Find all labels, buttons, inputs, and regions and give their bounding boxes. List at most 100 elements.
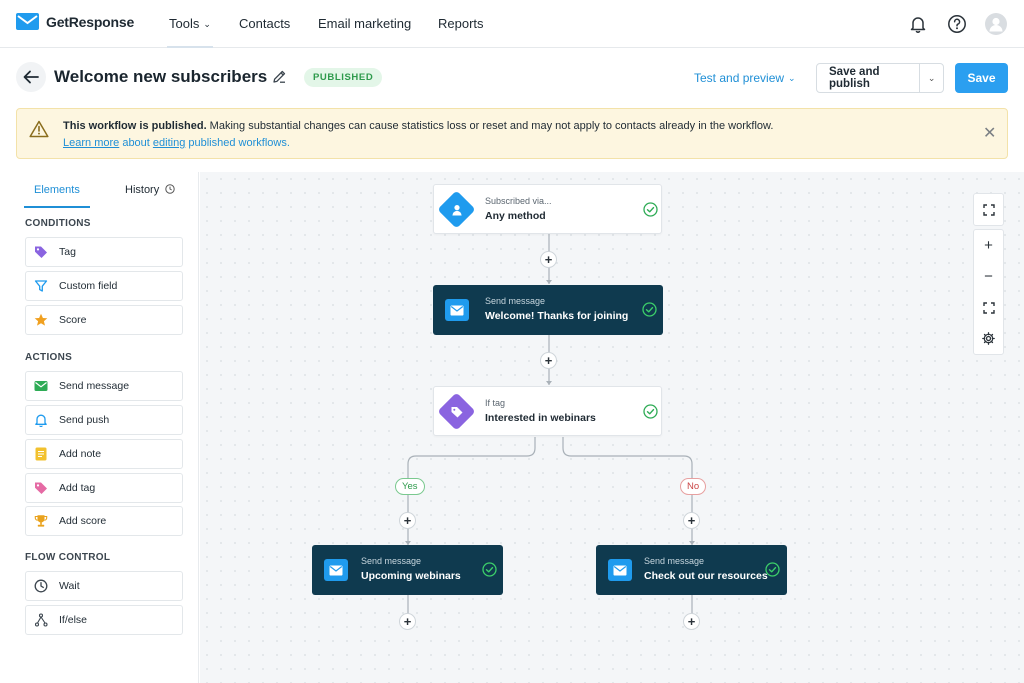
element-send-push-label: Send push	[59, 414, 110, 426]
fullscreen-control	[973, 193, 1004, 226]
element-custom-field[interactable]: Custom field	[25, 271, 183, 301]
trigger-node-text: Subscribed via... Any method	[485, 196, 552, 222]
help-icon[interactable]	[946, 13, 968, 35]
tag-icon	[34, 245, 48, 259]
star-icon	[34, 313, 48, 327]
node-subtitle: If tag	[485, 398, 506, 408]
branch-icon	[34, 613, 48, 627]
condition-node-shape	[437, 392, 476, 431]
save-and-publish-label: Save and publish	[829, 66, 880, 90]
brand-name: GetResponse	[46, 13, 135, 30]
chevron-down-icon: ⌄	[203, 19, 211, 29]
add-step-button[interactable]: +	[540, 251, 557, 268]
zoom-controls: + −	[973, 229, 1004, 355]
editing-link[interactable]: editing	[153, 137, 185, 149]
section-actions: ACTIONS	[25, 352, 73, 363]
workflow-node-send-message-yes[interactable]: Send message Upcoming webinars	[312, 545, 503, 595]
element-add-note-label: Add note	[59, 448, 102, 460]
clock-icon	[34, 579, 48, 593]
node-title: Welcome! Thanks for joining	[485, 310, 629, 322]
send-message-node-text: Send message Welcome! Thanks for joining	[485, 296, 628, 322]
test-and-preview-dropdown[interactable]: Test and preview ⌄	[694, 71, 796, 85]
element-score[interactable]: Score	[25, 305, 183, 335]
check-circle-icon	[482, 562, 497, 577]
element-wait-label: Wait	[59, 580, 80, 592]
add-step-button[interactable]: +	[683, 613, 700, 630]
workflow-canvas[interactable]: Subscribed via... Any method + Send mess…	[200, 172, 1024, 683]
save-and-publish-button[interactable]: Save and publish ⌄	[816, 63, 944, 93]
zoom-in-button[interactable]: +	[974, 230, 1003, 261]
element-custom-field-label: Custom field	[59, 280, 118, 292]
add-step-button[interactable]: +	[399, 512, 416, 529]
branch-no-label: No	[680, 478, 707, 495]
tab-elements[interactable]: Elements	[34, 184, 80, 196]
element-add-tag[interactable]: Add tag	[25, 473, 183, 503]
mail-icon	[34, 379, 48, 393]
zoom-out-button[interactable]: −	[974, 261, 1003, 292]
section-flow-control: FLOW CONTROL	[25, 552, 111, 563]
mail-icon	[445, 299, 469, 321]
element-if-else-label: If/else	[59, 614, 88, 626]
workflow-node-send-message[interactable]: Send message Welcome! Thanks for joining	[433, 285, 663, 335]
active-tab-indicator	[24, 206, 90, 208]
arrow-left-icon	[23, 70, 39, 84]
banner-link-text-2: published workflows.	[185, 137, 290, 149]
element-if-else[interactable]: If/else	[25, 605, 183, 635]
filter-icon	[34, 279, 48, 293]
node-subtitle: Subscribed via...	[485, 196, 552, 206]
bell-icon	[34, 413, 48, 427]
check-circle-icon	[643, 404, 658, 419]
element-tag-label: Tag	[59, 246, 76, 258]
element-score-label: Score	[59, 314, 87, 326]
banner-bold-text: This workflow is published.	[63, 120, 207, 132]
add-step-button[interactable]: +	[399, 613, 416, 630]
workflow-node-send-message-no[interactable]: Send message Check out our resources	[596, 545, 787, 595]
workflow-node-if-tag[interactable]: If tag Interested in webinars	[433, 386, 662, 436]
add-step-button[interactable]: +	[683, 512, 700, 529]
element-send-message[interactable]: Send message	[25, 371, 183, 401]
banner-message: This workflow is published. Making subst…	[63, 120, 773, 132]
element-add-note[interactable]: Add note	[25, 439, 183, 469]
check-circle-icon	[643, 202, 658, 217]
status-badge: PUBLISHED	[304, 68, 383, 87]
logo[interactable]: GetResponse	[16, 13, 134, 30]
element-add-score-label: Add score	[59, 515, 107, 527]
bell-icon[interactable]	[907, 13, 929, 35]
element-tag[interactable]: Tag	[25, 237, 183, 267]
nav-contacts[interactable]: Contacts	[239, 16, 290, 31]
nav-tools-label: Tools	[169, 16, 200, 31]
no-node-text: Send message Check out our resources	[644, 556, 768, 582]
save-button[interactable]: Save	[955, 63, 1008, 93]
learn-more-link[interactable]: Learn more	[63, 137, 119, 149]
elements-panel: Elements History CONDITIONS Tag Custom f…	[10, 172, 199, 683]
node-title: Upcoming webinars	[361, 570, 461, 582]
page-title: Welcome new subscribers	[54, 67, 268, 86]
fullscreen-icon[interactable]	[974, 194, 1003, 225]
tab-history-label: History	[125, 184, 160, 196]
element-send-push[interactable]: Send push	[25, 405, 183, 435]
element-send-message-label: Send message	[59, 380, 130, 392]
add-step-button[interactable]: +	[540, 352, 557, 369]
trophy-icon	[34, 514, 48, 528]
banner-link-text-1: about	[119, 137, 153, 149]
element-add-score[interactable]: Add score	[25, 506, 183, 536]
tag-icon	[443, 398, 470, 425]
mail-icon	[324, 559, 348, 581]
check-circle-icon	[642, 302, 657, 317]
pencil-icon[interactable]	[272, 69, 287, 84]
chevron-down-icon[interactable]: ⌄	[919, 64, 943, 92]
back-button[interactable]	[16, 62, 46, 92]
nav-tools[interactable]: Tools ⌄	[167, 16, 213, 48]
node-title: Check out our resources	[644, 570, 768, 582]
nav-reports[interactable]: Reports	[438, 16, 484, 31]
close-icon[interactable]: ✕	[983, 123, 996, 143]
tab-history[interactable]: History	[125, 184, 175, 196]
top-navigation: GetResponse Tools ⌄ Contacts Email market…	[0, 0, 1024, 48]
nav-email-marketing[interactable]: Email marketing	[318, 16, 411, 31]
avatar-icon[interactable]	[985, 13, 1007, 35]
gear-icon[interactable]	[974, 323, 1003, 354]
element-wait[interactable]: Wait	[25, 571, 183, 601]
workflow-node-trigger[interactable]: Subscribed via... Any method	[433, 184, 662, 234]
fit-to-screen-icon[interactable]	[974, 292, 1003, 323]
node-subtitle: Send message	[485, 296, 546, 306]
